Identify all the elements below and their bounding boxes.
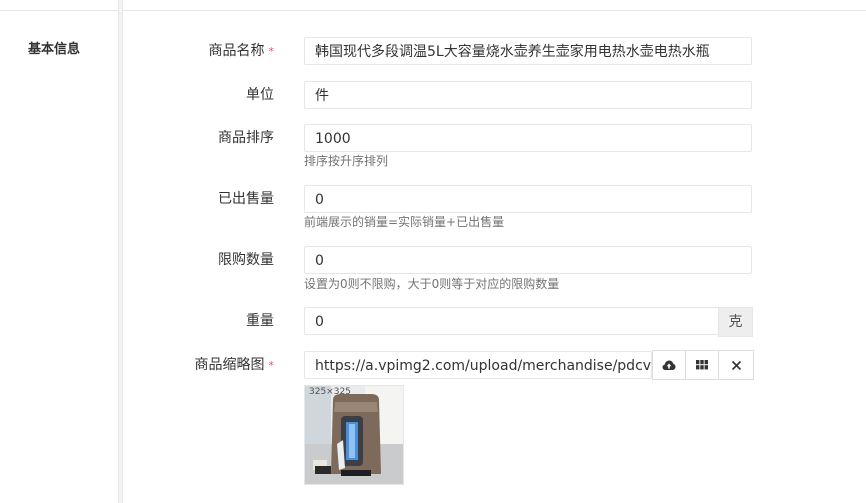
label-text: 商品缩略图 bbox=[194, 357, 265, 373]
field-label-name: 商品名称 * bbox=[123, 41, 275, 62]
form-panel: 商品名称 * 韩国现代多段调温5L大容量烧水壶养生壶家用电热水壶电热水瓶 单位 件… bbox=[122, 0, 866, 503]
sort-help: 排序按升序排列 bbox=[304, 154, 389, 168]
label-text: 商品名称 bbox=[208, 43, 265, 59]
product-photo bbox=[305, 386, 403, 484]
limit-help: 设置为0则不限购，大于0则等于对应的限购数量 bbox=[304, 277, 560, 291]
image-size-label: 325×325 bbox=[309, 387, 351, 397]
field-label-sort: 商品排序 bbox=[218, 130, 274, 146]
field-label-limit: 限购数量 bbox=[218, 252, 274, 268]
limit-input[interactable]: 0 bbox=[304, 246, 752, 274]
field-label-weight: 重量 bbox=[246, 313, 274, 329]
required-mark: * bbox=[268, 359, 275, 372]
close-icon bbox=[731, 360, 741, 370]
section-sidebar: 基本信息 bbox=[0, 0, 119, 503]
field-label-unit: 单位 bbox=[246, 87, 274, 103]
grid-icon bbox=[696, 360, 708, 370]
sort-input[interactable]: 1000 bbox=[304, 124, 752, 152]
sold-input[interactable]: 0 bbox=[304, 185, 752, 213]
section-title: 基本信息 bbox=[28, 42, 81, 57]
field-label-sold: 已出售量 bbox=[218, 191, 274, 207]
divider bbox=[123, 0, 866, 11]
unit-input[interactable]: 件 bbox=[304, 81, 752, 109]
divider bbox=[0, 0, 118, 11]
upload-button[interactable] bbox=[652, 350, 686, 380]
select-image-button[interactable] bbox=[685, 350, 719, 380]
weight-input[interactable]: 0 bbox=[304, 307, 719, 335]
thumbnail-url-input[interactable]: https://a.vpimg2.com/upload/merchandise/… bbox=[304, 351, 652, 379]
clear-image-button[interactable] bbox=[718, 350, 754, 380]
cloud-upload-icon bbox=[662, 360, 676, 370]
sold-help: 前端展示的销量=实际销量+已出售量 bbox=[304, 215, 505, 229]
field-label-thumbnail: 商品缩略图 * bbox=[123, 355, 275, 376]
required-mark: * bbox=[268, 45, 275, 58]
product-name-input[interactable]: 韩国现代多段调温5L大容量烧水壶养生壶家用电热水壶电热水瓶 bbox=[304, 37, 752, 65]
weight-unit-addon: 克 bbox=[718, 307, 753, 337]
thumbnail-preview[interactable]: 325×325 bbox=[304, 385, 404, 485]
